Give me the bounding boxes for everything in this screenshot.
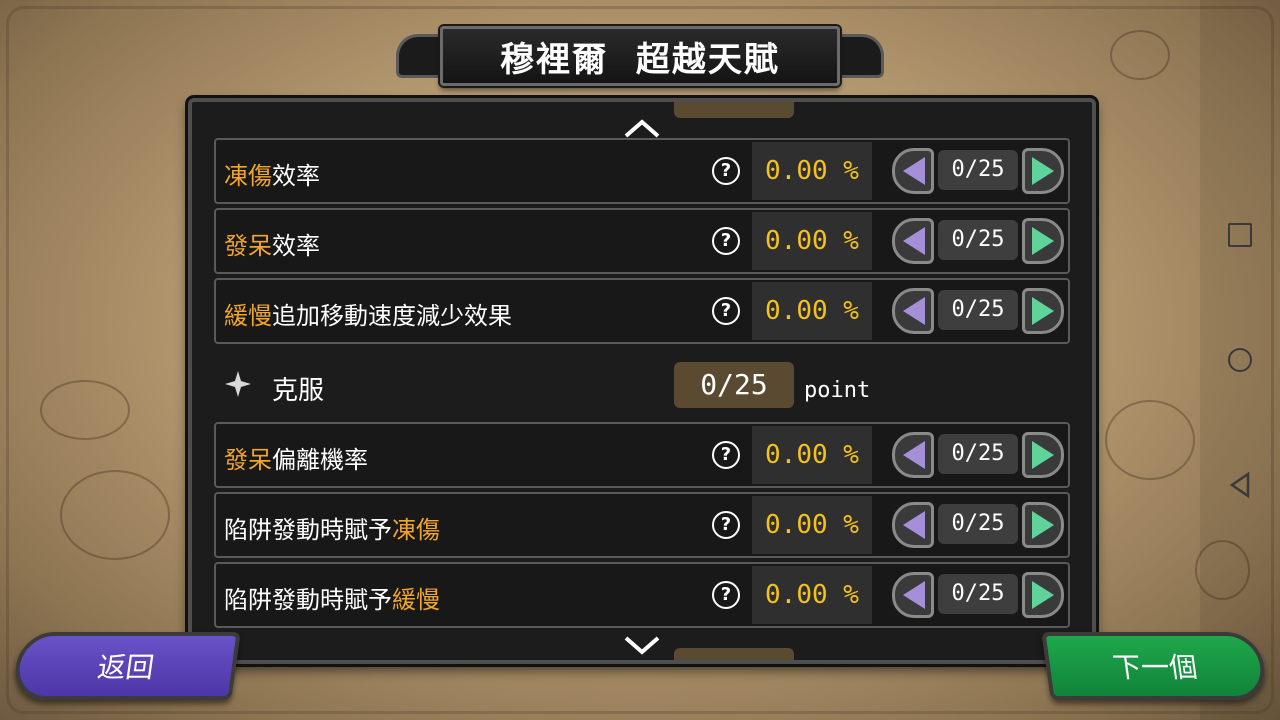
arrow-right-icon (1032, 297, 1054, 325)
home-icon[interactable] (1228, 348, 1252, 372)
back-button[interactable]: 返回 (11, 632, 241, 700)
talent-value: 0.00 % (752, 212, 872, 270)
increase-button[interactable] (1022, 572, 1064, 618)
partial-section-points (674, 648, 794, 660)
level-stepper: 0/25 (892, 432, 1064, 478)
increase-button[interactable] (1022, 288, 1064, 334)
next-button-label: 下一個 (1110, 651, 1200, 684)
talent-label: 凍傷效率 (224, 162, 320, 190)
talent-row: 凍傷效率 ? 0.00 % 0/25 (214, 138, 1070, 204)
arrow-right-icon (1032, 581, 1054, 609)
level-stepper: 0/25 (892, 288, 1064, 334)
arrow-left-icon (903, 511, 925, 539)
arrow-left-icon (903, 227, 925, 255)
increase-button[interactable] (1022, 218, 1064, 264)
arrow-right-icon (1032, 227, 1054, 255)
help-icon[interactable]: ? (712, 511, 740, 539)
section-label: 克服 (272, 376, 325, 406)
level-count: 0/25 (938, 504, 1018, 544)
talent-value: 0.00 % (752, 282, 872, 340)
talent-row: 陷阱發動時賦予凍傷 ? 0.00 % 0/25 (214, 492, 1070, 558)
decrease-button[interactable] (892, 572, 934, 618)
sparkle-icon (224, 370, 252, 398)
map-sketch (60, 470, 170, 560)
increase-button[interactable] (1022, 432, 1064, 478)
talent-label: 發呆偏離機率 (224, 446, 368, 474)
talent-value: 0.00 % (752, 426, 872, 484)
recent-apps-icon[interactable] (1228, 223, 1252, 247)
help-icon[interactable]: ? (712, 581, 740, 609)
talent-label: 陷阱發動時賦予凍傷 (224, 516, 440, 544)
map-sketch (40, 380, 130, 440)
back-button-label: 返回 (95, 651, 157, 684)
talent-panel[interactable]: 凍傷效率 ? 0.00 % 0/25 發呆效率 ? 0.00 % 0/25 緩慢… (188, 98, 1096, 664)
level-count: 0/25 (938, 574, 1018, 614)
talent-row: 發呆偏離機率 ? 0.00 % 0/25 (214, 422, 1070, 488)
arrow-left-icon (903, 581, 925, 609)
section-unit: point (804, 378, 871, 403)
decrease-button[interactable] (892, 148, 934, 194)
talent-label: 發呆效率 (224, 232, 320, 260)
level-count: 0/25 (938, 150, 1018, 190)
arrow-left-icon (903, 297, 925, 325)
arrow-right-icon (1032, 511, 1054, 539)
level-stepper: 0/25 (892, 218, 1064, 264)
talent-row: 緩慢追加移動速度減少效果 ? 0.00 % 0/25 (214, 278, 1070, 344)
talent-value: 0.00 % (752, 566, 872, 624)
talent-value: 0.00 % (752, 142, 872, 200)
level-stepper: 0/25 (892, 502, 1064, 548)
scroll-down-icon[interactable] (622, 634, 662, 658)
talent-value: 0.00 % (752, 496, 872, 554)
page-title: 穆裡爾 超越天賦 (500, 39, 780, 80)
arrow-left-icon (903, 157, 925, 185)
level-stepper: 0/25 (892, 572, 1064, 618)
arrow-right-icon (1032, 441, 1054, 469)
talent-row: 發呆效率 ? 0.00 % 0/25 (214, 208, 1070, 274)
system-nav-bar (1200, 0, 1280, 720)
next-button[interactable]: 下一個 (1041, 632, 1269, 700)
decrease-button[interactable] (892, 288, 934, 334)
map-sketch (1105, 400, 1195, 480)
map-sketch (1110, 30, 1170, 80)
increase-button[interactable] (1022, 502, 1064, 548)
help-icon[interactable]: ? (712, 297, 740, 325)
level-stepper: 0/25 (892, 148, 1064, 194)
decrease-button[interactable] (892, 218, 934, 264)
help-icon[interactable]: ? (712, 157, 740, 185)
back-triangle-icon[interactable] (1228, 471, 1252, 499)
help-icon[interactable]: ? (712, 227, 740, 255)
partial-section-points (674, 102, 794, 118)
section-header: 克服 0/25 point (214, 358, 1070, 414)
talent-label: 緩慢追加移動速度減少效果 (224, 302, 512, 330)
help-icon[interactable]: ? (712, 441, 740, 469)
title-banner: 穆裡爾 超越天賦 (440, 26, 840, 86)
scroll-up-icon[interactable] (622, 116, 662, 140)
arrow-right-icon (1032, 157, 1054, 185)
increase-button[interactable] (1022, 148, 1064, 194)
level-count: 0/25 (938, 434, 1018, 474)
arrow-left-icon (903, 441, 925, 469)
level-count: 0/25 (938, 290, 1018, 330)
decrease-button[interactable] (892, 502, 934, 548)
talent-label: 陷阱發動時賦予緩慢 (224, 586, 440, 614)
talent-row: 陷阱發動時賦予緩慢 ? 0.00 % 0/25 (214, 562, 1070, 628)
decrease-button[interactable] (892, 432, 934, 478)
section-points: 0/25 (674, 362, 794, 408)
level-count: 0/25 (938, 220, 1018, 260)
